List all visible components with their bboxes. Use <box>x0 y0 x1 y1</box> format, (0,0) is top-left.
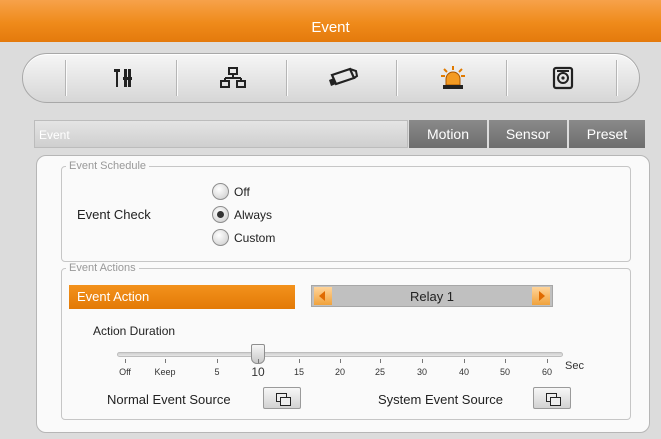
camera-icon <box>329 67 359 86</box>
radio-always-label: Always <box>234 208 273 222</box>
duration-tick <box>165 359 166 363</box>
duration-tick-label: 50 <box>499 367 511 377</box>
radio-custom[interactable] <box>212 229 229 246</box>
duration-tick <box>125 359 126 363</box>
network-icon <box>220 67 246 88</box>
relay-selector: Relay 1 <box>311 285 553 307</box>
duration-tick <box>464 359 465 363</box>
duration-slider-track[interactable] <box>117 352 563 357</box>
duration-tick-label: 20 <box>334 367 346 377</box>
normal-event-source-button[interactable] <box>263 387 301 409</box>
duration-tick-label: 30 <box>416 367 428 377</box>
nav-separator <box>65 60 67 96</box>
alarm-light-icon <box>441 66 465 89</box>
event-action-label: Event Action <box>69 285 295 309</box>
duration-tick-label-current: 10 <box>251 365 265 379</box>
tab-sensor[interactable]: Sensor <box>489 120 567 148</box>
normal-event-source-label: Normal Event Source <box>107 392 231 407</box>
radio-off[interactable] <box>212 183 229 200</box>
section-header-label: Event <box>39 128 70 142</box>
action-duration-label: Action Duration <box>93 324 176 338</box>
nav-item-event[interactable] <box>398 54 508 102</box>
duration-tick-label: 60 <box>541 367 553 377</box>
duration-tick <box>340 359 341 363</box>
system-event-source-button[interactable] <box>533 387 571 409</box>
event-check-label: Event Check <box>77 207 151 222</box>
main-nav-bar <box>22 53 640 103</box>
duration-unit-label: Sec <box>565 360 584 372</box>
nav-item-setup[interactable] <box>68 54 178 102</box>
event-actions-legend: Event Actions <box>69 262 136 274</box>
duration-tick <box>380 359 381 363</box>
duration-tick <box>258 359 259 363</box>
nav-item-camera[interactable] <box>288 54 398 102</box>
radio-always[interactable] <box>212 206 229 223</box>
radio-custom-label: Custom <box>234 231 276 245</box>
duration-tick-label: 25 <box>374 367 386 377</box>
event-settings-panel: Event Schedule Event Check Off Always Cu… <box>36 155 650 433</box>
duration-tick <box>422 359 423 363</box>
tab-motion[interactable]: Motion <box>409 120 487 148</box>
duration-tick <box>547 359 548 363</box>
tools-icon <box>114 69 132 87</box>
duration-tick-label: 15 <box>293 367 305 377</box>
duration-tick-label: 5 <box>214 367 220 377</box>
relay-next-button[interactable] <box>532 287 550 305</box>
storage-icon <box>552 66 574 90</box>
section-header: Event <box>34 120 408 148</box>
duration-tick <box>505 359 506 363</box>
nav-separator <box>616 60 618 96</box>
event-schedule-legend: Event Schedule <box>69 160 147 172</box>
relay-prev-button[interactable] <box>314 287 332 305</box>
system-event-source-label: System Event Source <box>378 392 503 407</box>
duration-tick <box>217 359 218 363</box>
nav-item-storage[interactable] <box>508 54 618 102</box>
relay-value: Relay 1 <box>409 289 455 304</box>
title-bar: Event <box>0 0 661 42</box>
duration-tick-label: Keep <box>154 367 176 377</box>
radio-off-label: Off <box>234 185 250 199</box>
duration-tick-label: 40 <box>458 367 470 377</box>
duration-tick <box>299 359 300 363</box>
nav-item-network[interactable] <box>178 54 288 102</box>
tab-preset[interactable]: Preset <box>569 120 645 148</box>
page-title: Event <box>311 19 350 36</box>
duration-tick-label: Off <box>119 367 131 377</box>
